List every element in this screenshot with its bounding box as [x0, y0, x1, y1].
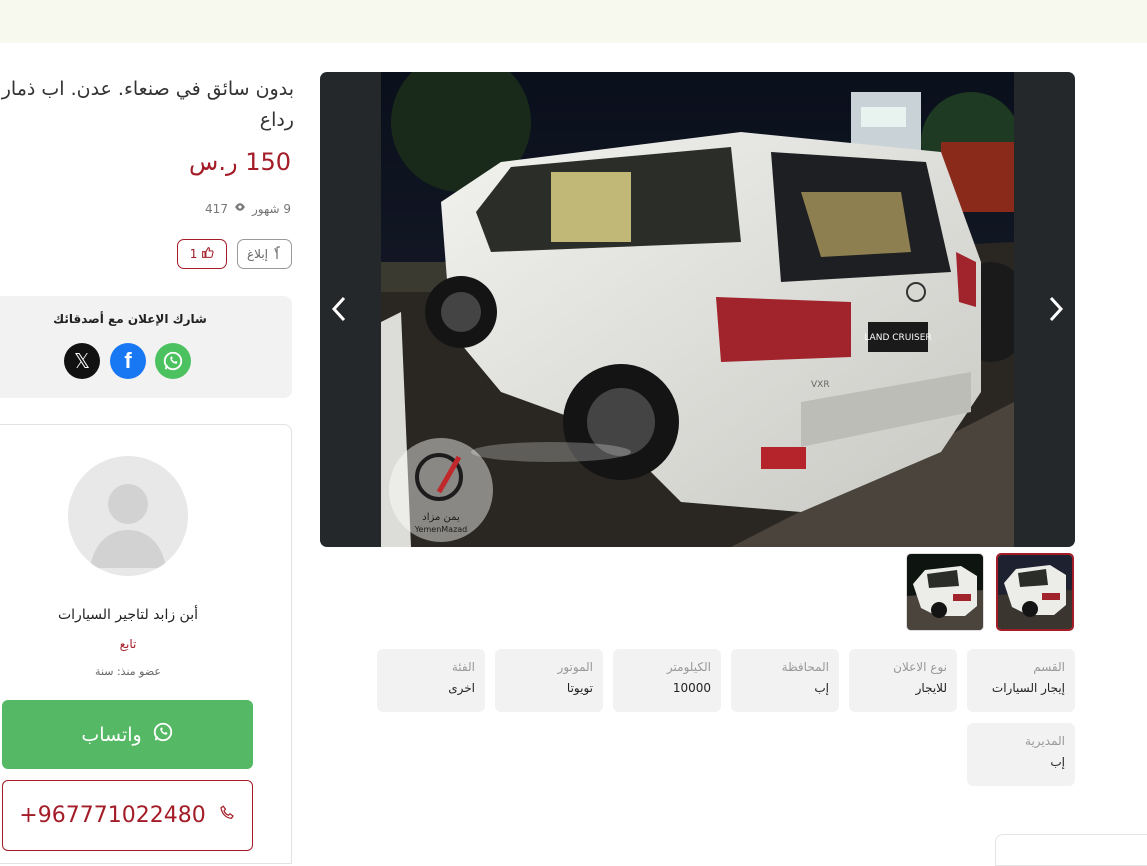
share-box: شارك الإعلان مع أصدقائك 𝕏 f [0, 296, 292, 398]
top-bar [0, 0, 1147, 43]
attribute-ad-type: نوع الاعلان للايجار [849, 649, 957, 712]
listing-meta: 9 شهور 417 [205, 201, 291, 216]
attribute-label: نوع الاعلان [893, 660, 947, 674]
member-since: عضو منذ: سنة [95, 665, 161, 678]
attribute-governorate: المحافظة إب [731, 649, 839, 712]
facebook-icon[interactable]: f [110, 343, 146, 379]
chevron-right-icon[interactable] [1041, 294, 1071, 324]
attribute-district: المديرية إب [967, 723, 1075, 786]
seller-name[interactable]: أبن زابد لتاجير السيارات [0, 607, 256, 623]
car-photo: LAND CRUISER VXR يمن مزاد YemenMazad [381, 72, 1014, 547]
badge-text: VXR [811, 380, 830, 390]
whatsapp-button[interactable]: واتساب [2, 700, 253, 769]
report-button[interactable]: إبلاغ [237, 239, 292, 269]
thumbs-up-icon [201, 246, 214, 262]
flag-icon [272, 245, 282, 263]
listing-price: 150 ر.س [189, 148, 291, 176]
attribute-mileage: الكيلومتر 10000 [613, 649, 721, 712]
share-title: شارك الإعلان مع أصدقائك [53, 312, 207, 326]
attribute-class: الفئة اخرى [377, 649, 485, 712]
attribute-value: إب [814, 681, 829, 695]
phone-icon [218, 803, 236, 828]
attribute-value: اخرى [448, 681, 475, 695]
like-button[interactable]: 1 [177, 239, 227, 269]
attribute-label: الفئة [451, 660, 475, 674]
phone-number: +967771022480 [19, 803, 206, 828]
attribute-value: إب [1050, 755, 1065, 769]
gallery-thumbnail[interactable] [906, 553, 984, 631]
attribute-value: 10000 [672, 681, 711, 695]
x-icon[interactable]: 𝕏 [64, 343, 100, 379]
attribute-label: الكيلومتر [666, 660, 711, 674]
like-count: 1 [189, 247, 198, 261]
whatsapp-label: واتساب [81, 723, 142, 746]
attribute-value: تويوتا [566, 681, 593, 695]
attribute-value: إيجار السيارات [991, 681, 1065, 695]
attribute-label: الموتور [557, 660, 593, 674]
chevron-left-icon[interactable] [324, 294, 354, 324]
phone-button[interactable]: +967771022480 [2, 780, 253, 851]
attribute-label: المحافظة [781, 660, 829, 674]
report-label: إبلاغ [247, 247, 268, 261]
attribute-engine: الموتور تويوتا [495, 649, 603, 712]
whatsapp-icon[interactable] [155, 343, 191, 379]
bottom-card [995, 834, 1147, 866]
eye-icon [234, 201, 246, 216]
avatar [68, 456, 188, 576]
watermark-arabic: يمن مزاد [422, 512, 460, 523]
listing-title: بدون سائق في صنعاء. عدن. اب ذمار رداع [1, 78, 294, 131]
watermark-logo: يمن مزاد YemenMazad [389, 438, 493, 542]
attribute-value: للايجار [915, 681, 947, 695]
watermark-english: YemenMazad [414, 525, 468, 534]
plate-text: LAND CRUISER [864, 333, 931, 343]
attribute-label: المديرية [1025, 734, 1065, 748]
whatsapp-icon [152, 721, 174, 748]
attribute-label: القسم [1033, 660, 1065, 674]
listing-age: 9 شهور [251, 201, 291, 216]
gallery-thumbnail[interactable] [996, 553, 1074, 631]
listing-views: 417 [205, 201, 228, 216]
follow-link[interactable]: تابع [0, 637, 256, 651]
attribute-category: القسم إيجار السيارات [967, 649, 1075, 712]
image-gallery[interactable]: LAND CRUISER VXR يمن مزاد YemenMazad [320, 72, 1075, 547]
